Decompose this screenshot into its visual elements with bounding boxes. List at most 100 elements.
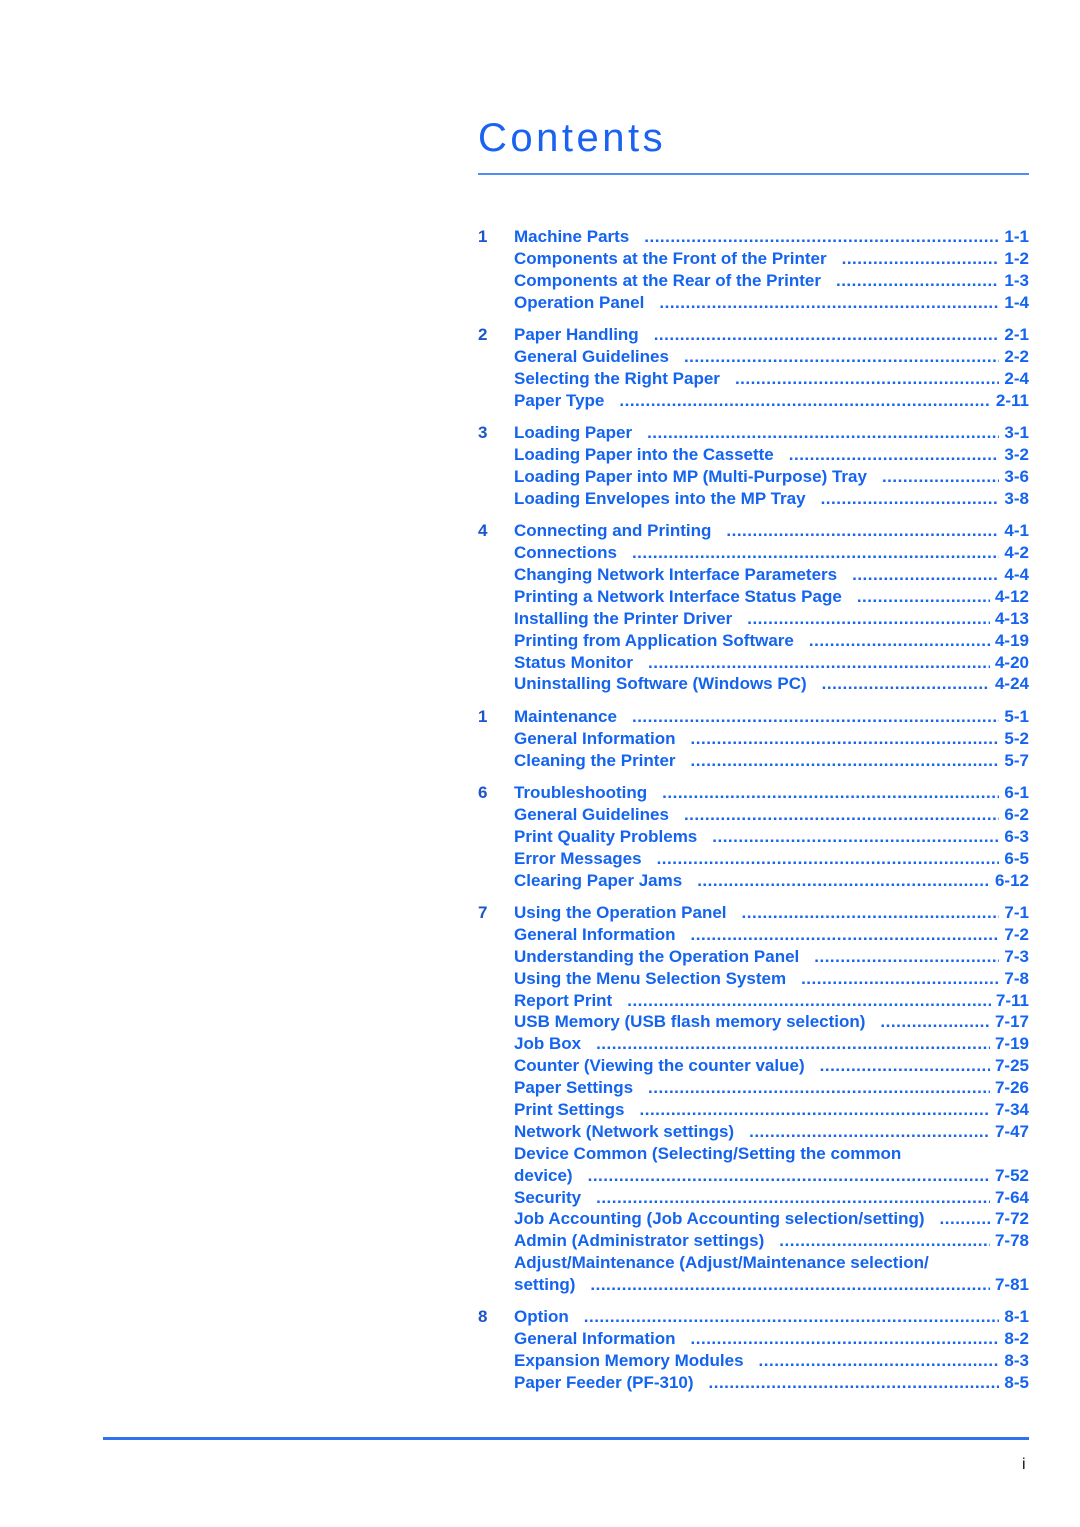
toc-entry[interactable]: Uninstalling Software (Windows PC) 4-24 [478, 673, 1029, 695]
toc-entry-page[interactable]: 5-1 [1004, 706, 1029, 728]
toc-entry[interactable]: Print Settings 7-34 [478, 1099, 1029, 1121]
toc-entry-page[interactable]: 4-20 [995, 652, 1029, 674]
toc-entry-label[interactable]: Printing from Application Software [514, 630, 794, 652]
toc-entry[interactable]: Loading Envelopes into the MP Tray 3-8 [478, 488, 1029, 510]
toc-entry[interactable]: Printing from Application Software 4-19 [478, 630, 1029, 652]
toc-entry-label[interactable]: Paper Type [514, 390, 604, 412]
toc-entry-page[interactable]: 1-4 [1004, 292, 1029, 314]
toc-entry-page[interactable]: 6-3 [1004, 826, 1029, 848]
toc-entry[interactable]: Operation Panel 1-4 [478, 292, 1029, 314]
toc-entry-page[interactable]: 2-1 [1004, 324, 1029, 346]
toc-entry-label[interactable]: General Information [514, 728, 676, 750]
toc-entry[interactable]: Connections 4-2 [478, 542, 1029, 564]
toc-entry-page[interactable]: 7-52 [995, 1165, 1029, 1187]
toc-entry-page[interactable]: 7-1 [1004, 902, 1029, 924]
toc-entry[interactable]: Error Messages 6-5 [478, 848, 1029, 870]
toc-entry[interactable]: Using the Menu Selection System 7-8 [478, 968, 1029, 990]
toc-entry-label[interactable]: Printing a Network Interface Status Page [514, 586, 842, 608]
toc-entry-label[interactable]: Operation Panel [514, 292, 644, 314]
toc-entry-label[interactable]: Print Quality Problems [514, 826, 697, 848]
toc-entry-label[interactable]: Print Settings [514, 1099, 625, 1121]
toc-entry-label[interactable]: Connecting and Printing [514, 520, 711, 542]
toc-entry-label[interactable]: Option [514, 1306, 569, 1328]
toc-entry-label[interactable]: Adjust/Maintenance (Adjust/Maintenance s… [514, 1252, 929, 1274]
toc-entry[interactable]: Job Accounting (Job Accounting selection… [478, 1208, 1029, 1230]
toc-entry-label[interactable]: Admin (Administrator settings) [514, 1230, 764, 1252]
toc-entry-label[interactable]: Clearing Paper Jams [514, 870, 682, 892]
toc-entry-page[interactable]: 7-64 [995, 1187, 1029, 1209]
toc-entry-label[interactable]: Connections [514, 542, 617, 564]
toc-entry-page[interactable]: 5-2 [1004, 728, 1029, 750]
toc-entry-page[interactable]: 4-19 [995, 630, 1029, 652]
toc-entry-label[interactable]: Device Common (Selecting/Setting the com… [514, 1143, 901, 1165]
toc-entry-label[interactable]: Troubleshooting [514, 782, 647, 804]
toc-entry-page[interactable]: 7-72 [995, 1208, 1029, 1230]
toc-entry-page[interactable]: 7-34 [995, 1099, 1029, 1121]
toc-chapter-heading[interactable]: 7 Using the Operation Panel 7-1 [478, 902, 1029, 924]
toc-entry[interactable]: Admin (Administrator settings) 7-78 [478, 1230, 1029, 1252]
toc-entry[interactable]: Loading Paper into MP (Multi-Purpose) Tr… [478, 466, 1029, 488]
toc-entry[interactable]: Changing Network Interface Parameters 4-4 [478, 564, 1029, 586]
toc-entry-page[interactable]: 6-12 [995, 870, 1029, 892]
toc-entry[interactable]: Paper Feeder (PF-310) 8-5 [478, 1372, 1029, 1394]
toc-entry-label[interactable]: Network (Network settings) [514, 1121, 734, 1143]
toc-entry-label[interactable]: Components at the Front of the Printer [514, 248, 827, 270]
toc-entry-label[interactable]: Loading Envelopes into the MP Tray [514, 488, 806, 510]
toc-entry[interactable]: Report Print 7-11 [478, 990, 1029, 1012]
toc-entry[interactable]: Adjust/Maintenance (Adjust/Maintenance s… [478, 1252, 1029, 1274]
toc-entry-label[interactable]: Security [514, 1187, 581, 1209]
toc-entry-label[interactable]: Maintenance [514, 706, 617, 728]
toc-entry-label[interactable]: Loading Paper into MP (Multi-Purpose) Tr… [514, 466, 867, 488]
toc-entry[interactable]: General Information 5-2 [478, 728, 1029, 750]
toc-chapter-heading[interactable]: 6 Troubleshooting 6-1 [478, 782, 1029, 804]
toc-entry[interactable]: Understanding the Operation Panel 7-3 [478, 946, 1029, 968]
toc-entry-page[interactable]: 4-24 [995, 673, 1029, 695]
toc-entry-label-continued[interactable]: device) [514, 1165, 573, 1187]
toc-entry-label[interactable]: Changing Network Interface Parameters [514, 564, 837, 586]
toc-entry-label[interactable]: General Guidelines [514, 346, 669, 368]
toc-entry-page[interactable]: 4-1 [1004, 520, 1029, 542]
toc-entry-label[interactable]: General Guidelines [514, 804, 669, 826]
toc-entry[interactable]: Components at the Rear of the Printer 1-3 [478, 270, 1029, 292]
toc-entry-page[interactable]: 2-11 [996, 390, 1029, 412]
toc-entry[interactable]: Expansion Memory Modules 8-3 [478, 1350, 1029, 1372]
toc-entry[interactable]: Status Monitor 4-20 [478, 652, 1029, 674]
toc-entry-page[interactable]: 3-8 [1004, 488, 1029, 510]
toc-entry[interactable]: General Information 7-2 [478, 924, 1029, 946]
toc-entry[interactable]: General Guidelines 2-2 [478, 346, 1029, 368]
toc-entry-page[interactable]: 2-2 [1004, 346, 1029, 368]
toc-entry-label[interactable]: Paper Settings [514, 1077, 633, 1099]
toc-entry[interactable]: Print Quality Problems 6-3 [478, 826, 1029, 848]
toc-entry-label[interactable]: Installing the Printer Driver [514, 608, 732, 630]
toc-entry-page[interactable]: 8-3 [1004, 1350, 1029, 1372]
toc-entry-page[interactable]: 7-8 [1004, 968, 1029, 990]
toc-entry-label[interactable]: Using the Menu Selection System [514, 968, 786, 990]
toc-entry-page[interactable]: 7-26 [995, 1077, 1029, 1099]
toc-entry-label-continued[interactable]: setting) [514, 1274, 575, 1296]
toc-entry-label[interactable]: Understanding the Operation Panel [514, 946, 799, 968]
toc-entry-page[interactable]: 7-3 [1004, 946, 1029, 968]
toc-entry-label[interactable]: Error Messages [514, 848, 642, 870]
toc-entry-page[interactable]: 7-11 [996, 990, 1029, 1012]
toc-entry[interactable]: Device Common (Selecting/Setting the com… [478, 1143, 1029, 1165]
toc-entry-continuation[interactable]: setting) 7-81 [478, 1274, 1029, 1296]
toc-entry[interactable]: Paper Settings 7-26 [478, 1077, 1029, 1099]
toc-entry-label[interactable]: Loading Paper into the Cassette [514, 444, 774, 466]
toc-entry-label[interactable]: USB Memory (USB flash memory selection) [514, 1011, 865, 1033]
toc-entry-label[interactable]: Job Box [514, 1033, 581, 1055]
toc-entry-page[interactable]: 6-5 [1004, 848, 1029, 870]
toc-entry[interactable]: General Information 8-2 [478, 1328, 1029, 1350]
toc-entry-label[interactable]: Counter (Viewing the counter value) [514, 1055, 805, 1077]
toc-entry[interactable]: Clearing Paper Jams 6-12 [478, 870, 1029, 892]
toc-entry-page[interactable]: 4-4 [1004, 564, 1029, 586]
toc-entry[interactable]: Counter (Viewing the counter value) 7-25 [478, 1055, 1029, 1077]
toc-entry-label[interactable]: Machine Parts [514, 226, 629, 248]
toc-entry[interactable]: General Guidelines 6-2 [478, 804, 1029, 826]
toc-entry-page[interactable]: 7-47 [995, 1121, 1029, 1143]
toc-entry-label[interactable]: Components at the Rear of the Printer [514, 270, 821, 292]
toc-entry-label[interactable]: Uninstalling Software (Windows PC) [514, 673, 807, 695]
toc-chapter-heading[interactable]: 3 Loading Paper 3-1 [478, 422, 1029, 444]
toc-entry-label[interactable]: Using the Operation Panel [514, 902, 727, 924]
toc-entry-label[interactable]: Loading Paper [514, 422, 632, 444]
toc-entry-label[interactable]: Cleaning the Printer [514, 750, 676, 772]
